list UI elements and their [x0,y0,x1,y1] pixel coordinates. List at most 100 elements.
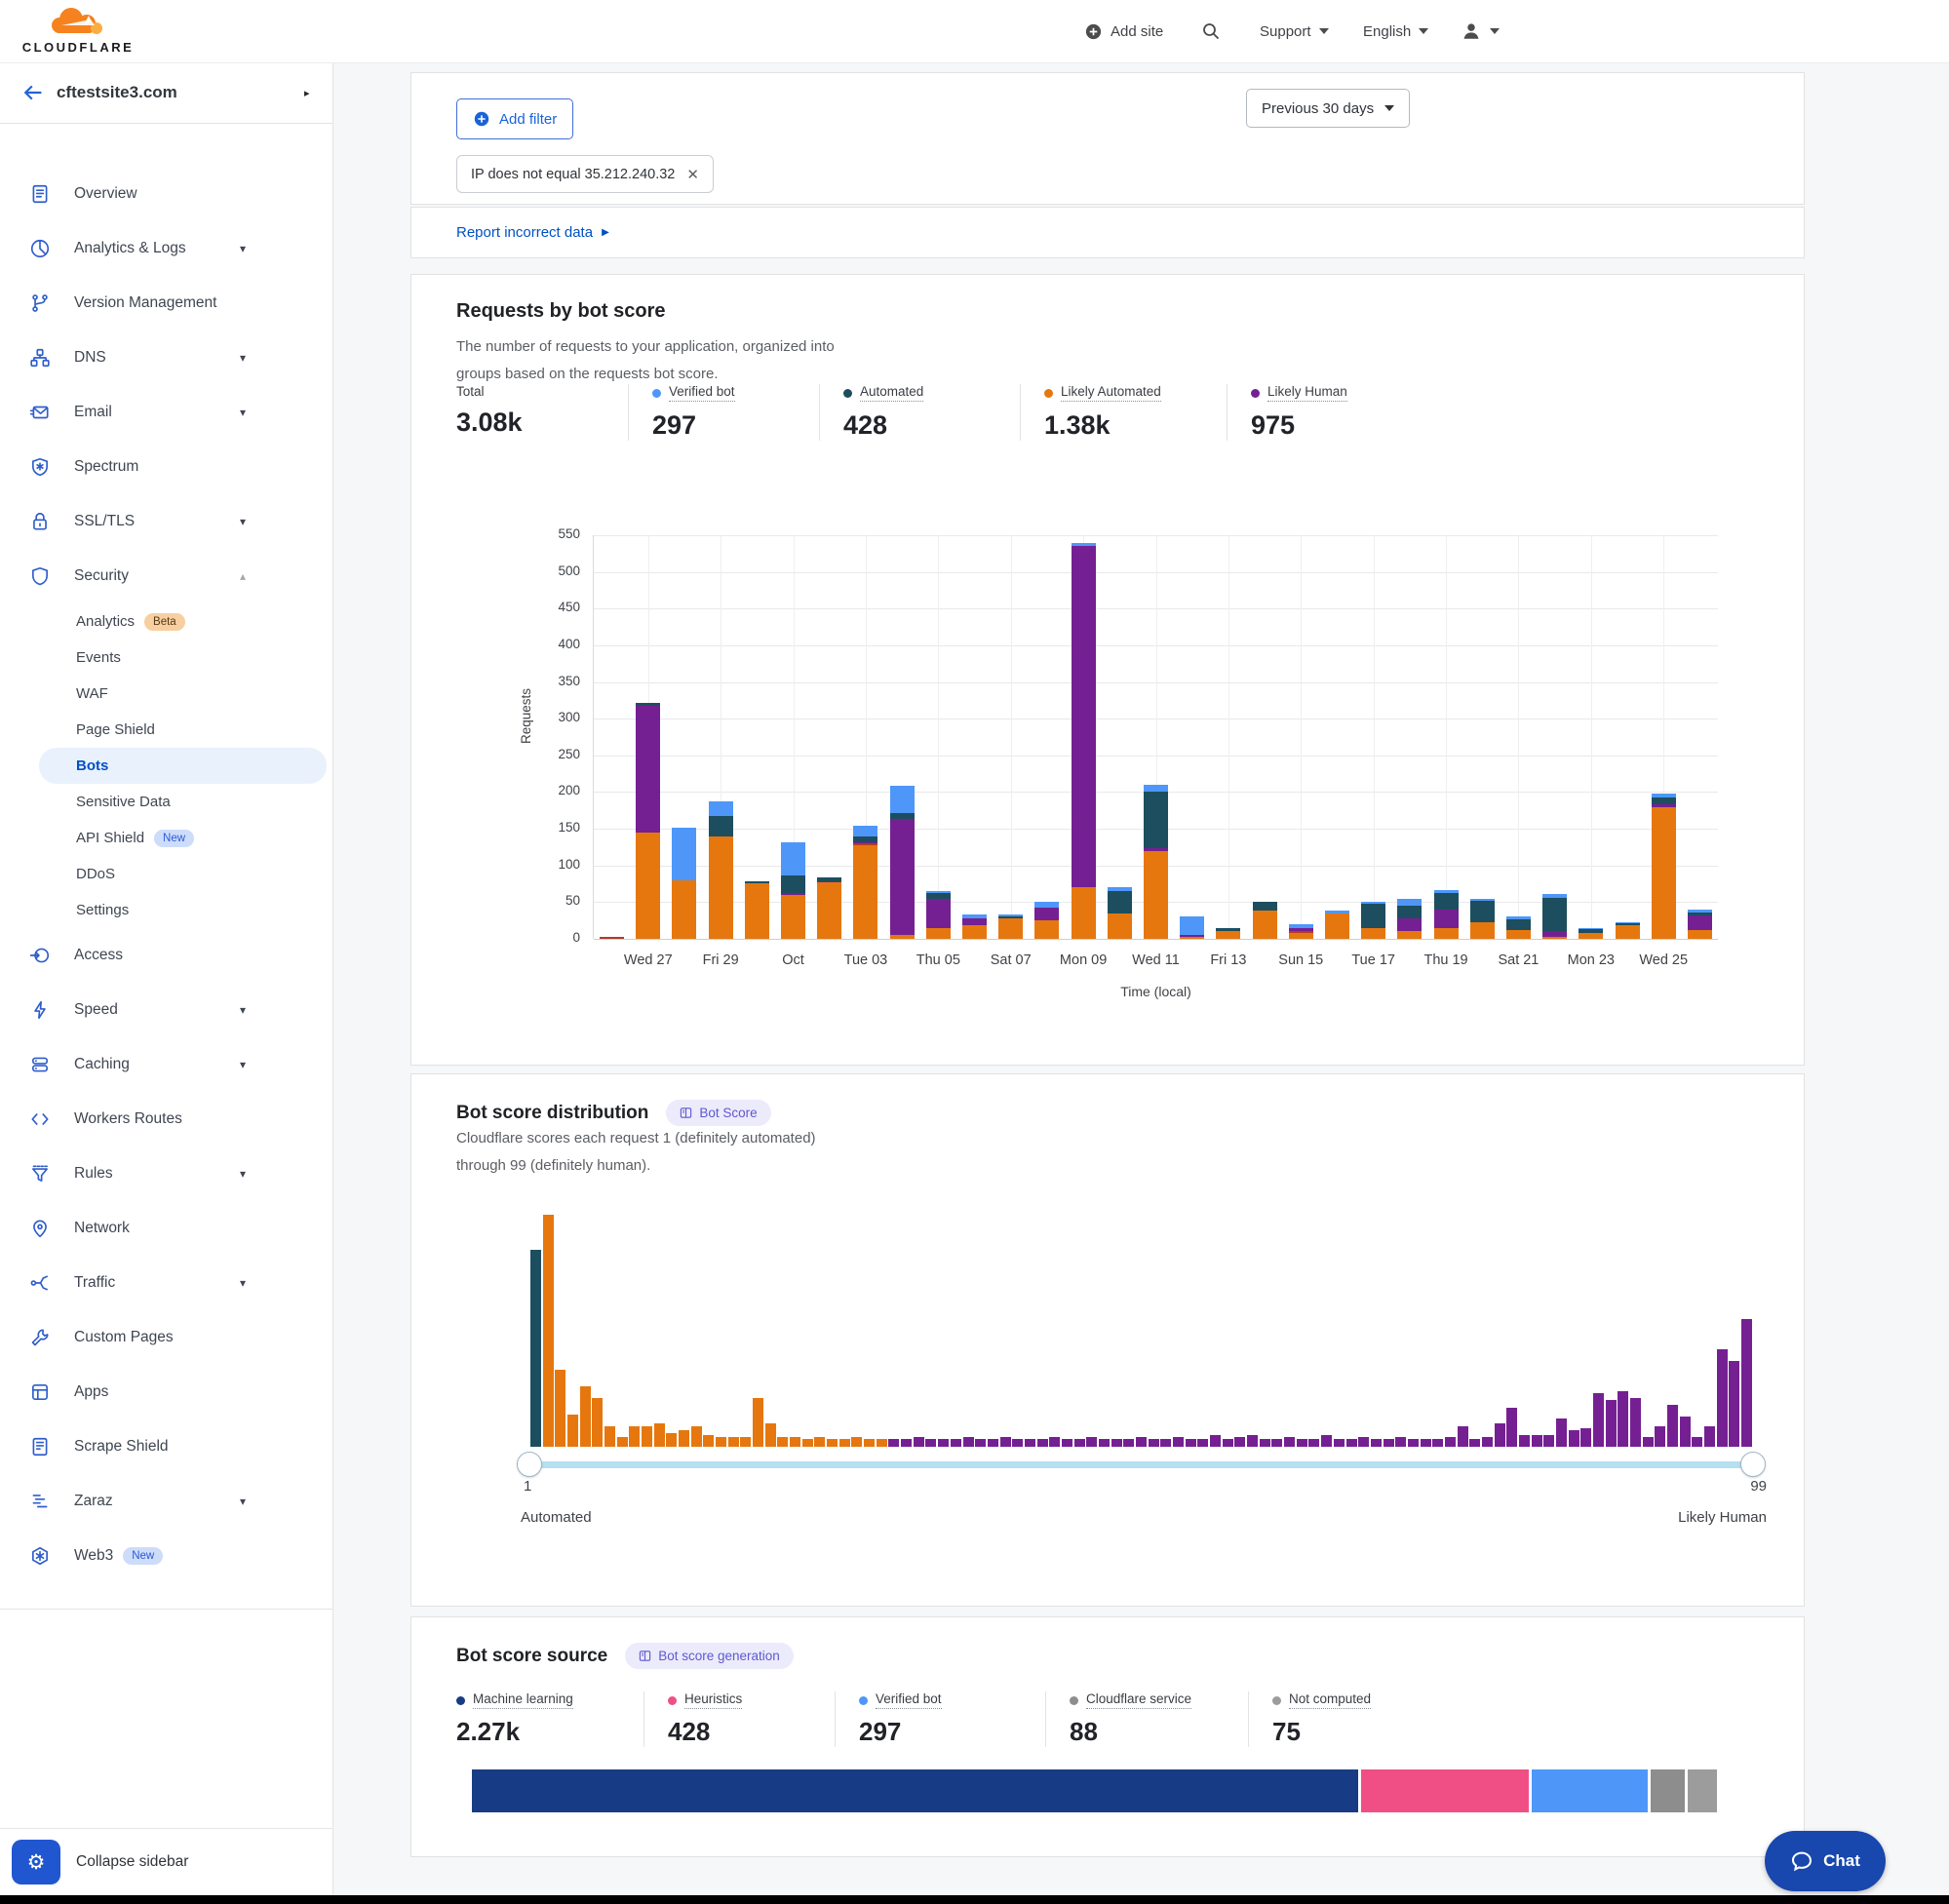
sidebar-item-api-shield[interactable]: API ShieldNew [0,820,332,856]
histogram-bar [1532,1435,1542,1447]
chevron-right-icon[interactable]: ▸ [304,87,310,99]
add-filter-button[interactable]: Add filter [456,98,573,139]
filter-chip[interactable]: IP does not equal 35.212.240.32 ✕ [456,155,714,193]
bar-segment-verified-bot [890,786,915,813]
histogram-bar [1704,1426,1715,1447]
sidebar-item-version-management[interactable]: Version Management [0,276,332,330]
sidebar-item-waf[interactable]: WAF [0,676,332,712]
sidebar-item-ssl-tls[interactable]: SSL/TLS▾ [0,494,332,549]
sidebar-item-sensitive-data[interactable]: Sensitive Data [0,784,332,820]
sidebar-item-analytics-logs[interactable]: Analytics & Logs▾ [0,221,332,276]
slider-handle-min[interactable] [517,1452,542,1477]
back-arrow-icon[interactable] [21,81,45,104]
bar-segment-automated [1470,901,1495,923]
histogram-bar [1469,1439,1480,1447]
sidebar-item-network[interactable]: Network [0,1201,332,1256]
stat-label[interactable]: Likely Human [1267,384,1347,402]
bar-segment-likely-automated [1216,931,1240,939]
bar-segment-automated [1108,891,1132,913]
shield-star-icon [29,456,51,478]
stat-label[interactable]: Automated [860,384,923,402]
account-menu[interactable] [1461,0,1500,62]
sidebar-item-rules[interactable]: Rules▾ [0,1146,332,1201]
language-menu[interactable]: English [1363,0,1428,62]
stat-value: 428 [843,410,1020,441]
support-menu[interactable]: Support [1260,0,1329,62]
sidebar-item-security[interactable]: Security▴ [0,549,332,603]
sidebar-item-events[interactable]: Events [0,640,332,676]
stat-label[interactable]: Verified bot [876,1691,942,1709]
sidebar-item-dns[interactable]: DNS▾ [0,330,332,385]
source-stacked-bar [472,1769,1717,1812]
chart-bar [1253,535,1277,939]
stat-label[interactable]: Heuristics [684,1691,742,1709]
sidebar-item-custom-pages[interactable]: Custom Pages [0,1310,332,1365]
site-selector[interactable]: cftestsite3.com ▸ [0,62,332,124]
app-icon [29,1381,51,1403]
bar-segment-likely-human [853,842,877,844]
sidebar-item-access[interactable]: Access [0,928,332,983]
sidebar-item-settings[interactable]: Settings [0,892,332,928]
sidebar-item-page-shield[interactable]: Page Shield [0,712,332,748]
bar-segment-likely-human [962,918,987,926]
sidebar-item-zaraz[interactable]: Zaraz▾ [0,1474,332,1529]
histogram-bar [925,1439,936,1447]
sidebar-item-label: Version Management [74,294,216,312]
plus-circle-icon [473,110,490,128]
y-tick-label: 0 [533,930,580,945]
histogram-bar [1025,1439,1035,1447]
bar-segment-likely-automated [672,880,696,939]
slider-handle-max[interactable] [1740,1452,1766,1477]
sidebar-item-scrape-shield[interactable]: Scrape Shield [0,1419,332,1474]
sidebar-item-analytics[interactable]: AnalyticsBeta [0,603,332,640]
stat-label[interactable]: Not computed [1289,1691,1371,1709]
bar-segment-likely-automated [745,883,769,939]
sidebar-item-web3[interactable]: Web3New [0,1529,332,1583]
sidebar-item-traffic[interactable]: Traffic▾ [0,1256,332,1310]
date-range-dropdown[interactable]: Previous 30 days [1246,89,1410,128]
x-tick-label: Wed 25 [1619,952,1707,968]
sidebar-item-label: SSL/TLS [74,513,135,530]
sidebar-item-workers-routes[interactable]: Workers Routes [0,1092,332,1146]
sidebar-item-overview[interactable]: Overview [0,167,332,221]
sidebar-item-caching[interactable]: Caching▾ [0,1037,332,1092]
stat-label[interactable]: Likely Automated [1061,384,1161,402]
add-site-button[interactable]: Add site [1084,0,1163,62]
settings-gear-button[interactable]: ⚙ [12,1840,60,1885]
sidebar-item-ddos[interactable]: DDoS [0,856,332,892]
top-header: CLOUDFLARE Add site Support English [0,0,1949,63]
cloudflare-logo[interactable]: CLOUDFLARE [19,4,136,55]
stat-not-computed: Not computed75 [1248,1691,1472,1747]
close-icon[interactable]: ✕ [686,166,699,183]
sidebar-item-apps[interactable]: Apps [0,1365,332,1419]
chat-button[interactable]: Chat [1765,1831,1886,1891]
book-icon [680,1107,692,1119]
sidebar-item-label: Settings [76,902,129,918]
search-button[interactable] [1201,0,1221,62]
histogram-bar [1037,1439,1048,1447]
bot-score-docs-pill[interactable]: Bot Score [666,1100,770,1126]
stat-label[interactable]: Verified bot [669,384,735,402]
histogram-bar [1643,1437,1654,1447]
chart-bar [1325,535,1349,939]
bot-score-histogram [529,1211,1753,1447]
collapse-sidebar-button[interactable]: Collapse sidebar [76,1853,188,1871]
card-description: The number of requests to your applicati… [456,333,835,388]
stat-label[interactable]: Cloudflare service [1086,1691,1191,1709]
histogram-bar [679,1430,689,1447]
histogram-bar [777,1437,788,1447]
sidebar-item-label: Network [74,1220,130,1237]
sidebar-item-spectrum[interactable]: Spectrum [0,440,332,494]
source-bar-segment-heuristics [1361,1769,1528,1812]
bot-score-generation-docs-pill[interactable]: Bot score generation [625,1643,794,1669]
sidebar-item-email[interactable]: Email▾ [0,385,332,440]
histogram-bar [1569,1430,1579,1447]
sidebar-item-speed[interactable]: Speed▾ [0,983,332,1037]
report-incorrect-data-link[interactable]: Report incorrect data ▶ [456,224,609,241]
histogram-bar [580,1386,591,1447]
bar-segment-likely-human [817,881,841,883]
chart-bar [1506,535,1531,939]
sidebar-item-bots[interactable]: Bots [39,748,327,784]
y-tick-label: 300 [533,710,580,724]
stat-label[interactable]: Machine learning [473,1691,573,1709]
